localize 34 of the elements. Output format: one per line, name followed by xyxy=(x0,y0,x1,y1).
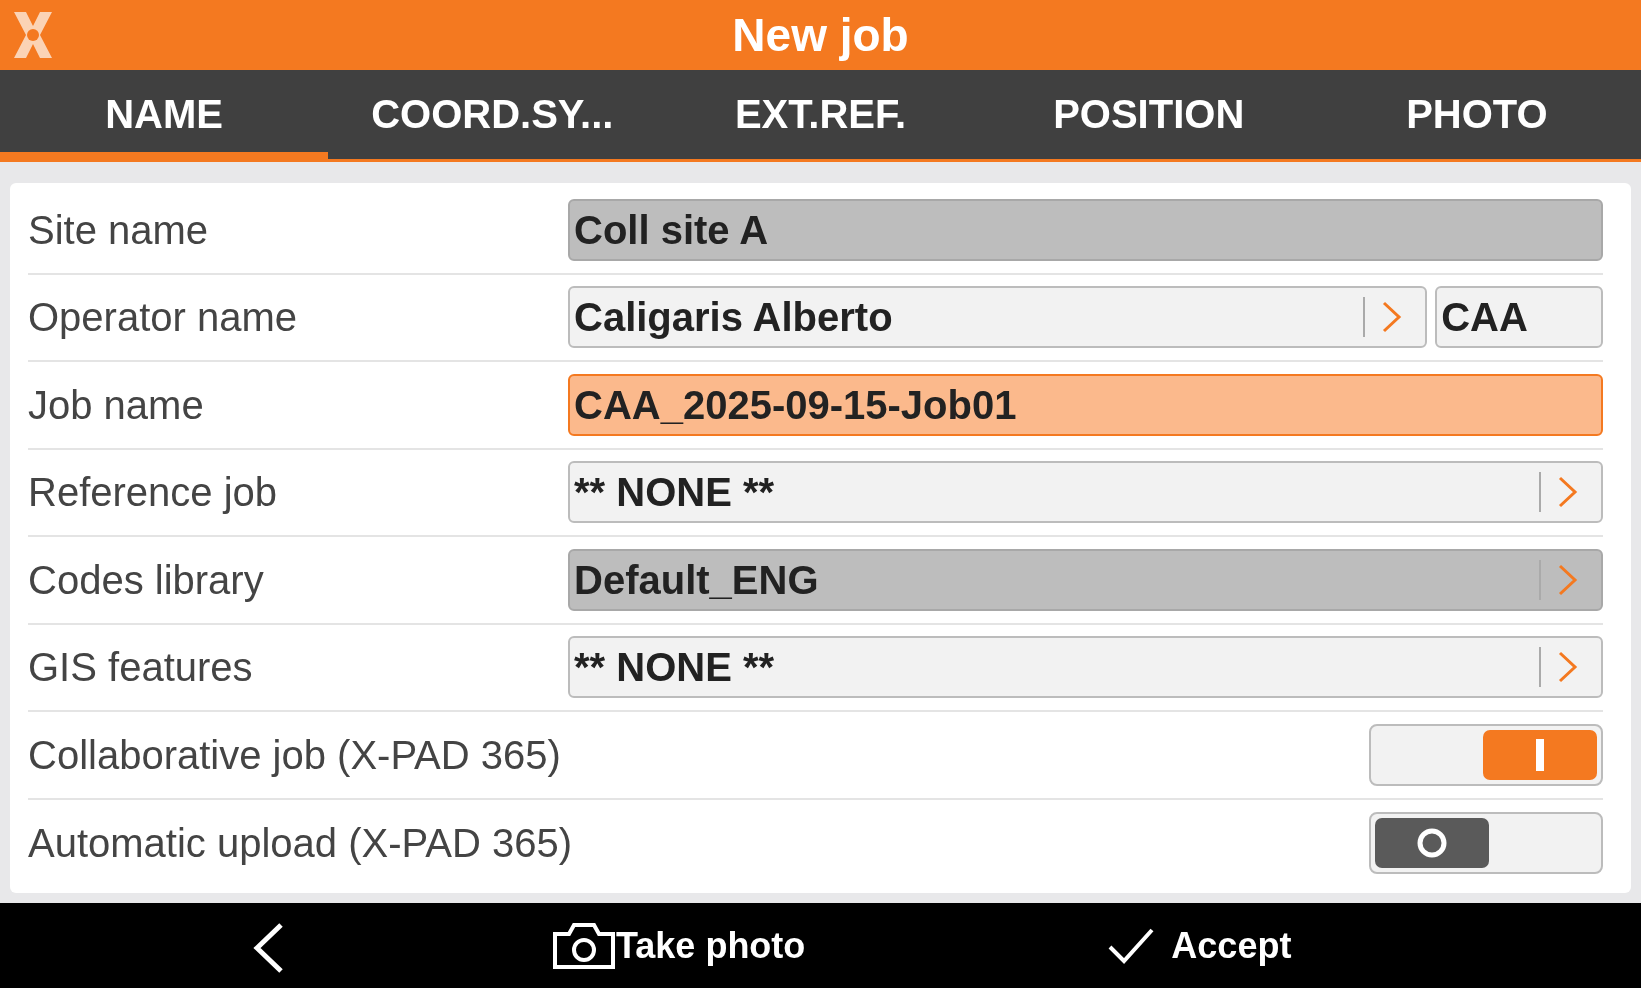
field-value: Caligaris Alberto xyxy=(574,294,894,342)
camera-icon xyxy=(552,922,616,970)
field-label: GIS features xyxy=(28,644,254,692)
toggle-switch[interactable] xyxy=(1369,723,1603,786)
on-mark-icon xyxy=(1536,738,1544,771)
field-label: Operator name xyxy=(28,294,299,342)
off-mark-icon xyxy=(1416,827,1448,860)
chevron-icon xyxy=(1557,562,1579,597)
field-value: Default_ENG xyxy=(574,556,820,604)
select-field[interactable]: ** NONE ** xyxy=(568,636,1603,699)
chevron-icon xyxy=(1381,300,1404,335)
tab[interactable]: NAME xyxy=(0,70,329,159)
tab[interactable]: POSITION xyxy=(984,70,1313,159)
check-icon xyxy=(1107,927,1156,965)
accept-button[interactable]: Accept xyxy=(1101,918,1298,974)
field-label: Automatic upload (X-PAD 365) xyxy=(28,820,568,868)
tab[interactable]: EXT.REF. xyxy=(656,70,985,159)
take-photo-button[interactable]: Take photo xyxy=(546,918,812,974)
chevron-icon xyxy=(1557,475,1579,510)
field-value: ** NONE ** xyxy=(574,469,776,517)
field-label: Collaborative job (X-PAD 365) xyxy=(28,731,562,779)
tab[interactable]: COORD.SY... xyxy=(328,70,657,159)
select-field[interactable]: ** NONE ** xyxy=(568,461,1603,524)
toggle-switch[interactable] xyxy=(1369,812,1603,875)
field-label: Codes library xyxy=(28,556,265,604)
tab[interactable]: PHOTO xyxy=(1312,70,1641,159)
select-field[interactable]: Caligaris Alberto xyxy=(568,286,1428,349)
input-field[interactable]: CAA_2025-09-15-Job01 xyxy=(568,373,1603,436)
field-value: ** NONE ** xyxy=(574,644,776,692)
chevron-icon xyxy=(1557,650,1579,685)
field-label: Job name xyxy=(28,381,205,429)
field-label: Reference job xyxy=(28,469,279,517)
input-field[interactable]: CAA xyxy=(1435,286,1603,349)
field-label: Site name xyxy=(28,206,210,254)
